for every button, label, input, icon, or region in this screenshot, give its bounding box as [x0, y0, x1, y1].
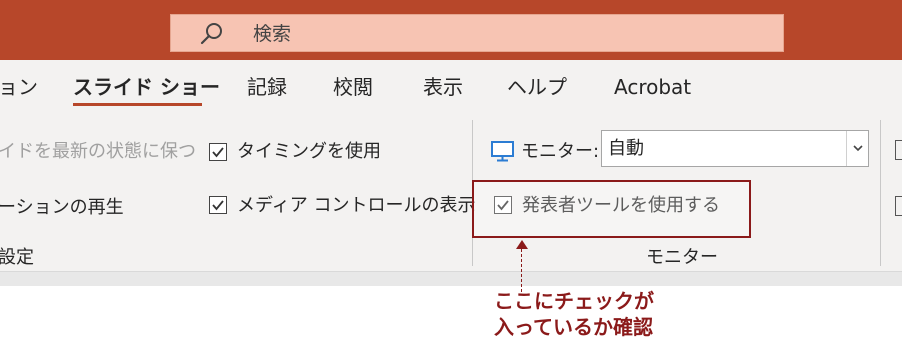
overflow-icon	[895, 140, 902, 160]
tab-acrobat[interactable]: Acrobat	[614, 74, 691, 100]
active-tab-indicator	[73, 103, 202, 106]
monitor-label: モニター:	[521, 141, 600, 162]
checkmark-icon	[212, 200, 224, 211]
media-controls-label: メディア コントロールの表示	[237, 195, 476, 216]
ribbon-panel: イドを最新の状態に保つ ーションの再生 設定 タイミングを使用 メディア コント…	[0, 110, 902, 272]
play-narrations-option[interactable]: ーションの再生	[0, 196, 124, 220]
ribbon-tabs: ョン スライド ショー 記録 校閲 表示 ヘルプ Acrobat	[0, 60, 902, 110]
tab-help[interactable]: ヘルプ	[507, 74, 567, 100]
overflow-icon	[895, 196, 902, 216]
highlight-box	[472, 180, 751, 238]
callout-line	[521, 244, 522, 292]
arrow-up-icon	[516, 240, 528, 249]
search-icon	[200, 23, 222, 45]
tab-review[interactable]: 校閲	[333, 74, 373, 100]
tab-record[interactable]: 記録	[247, 74, 287, 100]
search-placeholder: 検索	[253, 23, 292, 45]
tab-slideshow-transition[interactable]: ョン	[0, 74, 38, 100]
monitor-group-label: モニター	[646, 247, 718, 268]
monitor-select-value: 自動	[608, 138, 644, 159]
annotation-line-2: 入っているか確認	[494, 315, 653, 339]
tab-view[interactable]: 表示	[423, 74, 463, 100]
tab-slide-show[interactable]: スライド ショー	[73, 74, 220, 100]
annotation-line-1: ここにチェックが	[494, 289, 654, 313]
ribbon-bottom-strip	[0, 272, 902, 286]
use-timings-label: タイミングを使用	[237, 141, 381, 162]
search-box[interactable]: 検索	[170, 14, 784, 52]
monitor-icon	[491, 141, 514, 162]
annotation-text: ここにチェックが 入っているか確認	[494, 288, 654, 340]
use-timings-checkbox[interactable]	[209, 143, 227, 161]
keep-updated-option[interactable]: イドを最新の状態に保つ	[0, 140, 196, 164]
title-bar: 検索	[0, 0, 902, 60]
group-divider	[880, 120, 881, 266]
chevron-down-icon[interactable]	[846, 131, 868, 166]
setup-group-label: 設定	[0, 247, 34, 268]
media-controls-checkbox[interactable]	[209, 196, 227, 214]
monitor-select[interactable]: 自動	[601, 130, 869, 167]
checkmark-icon	[212, 147, 224, 158]
